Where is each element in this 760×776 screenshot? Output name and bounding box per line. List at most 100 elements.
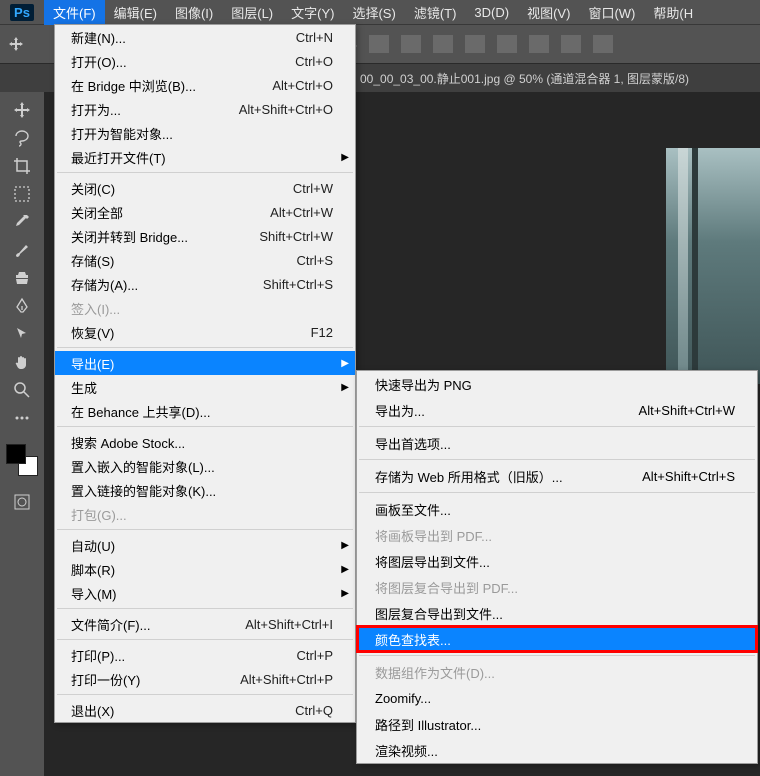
lasso-tool-icon[interactable] bbox=[10, 126, 34, 150]
file-menu-item[interactable]: 打开(O)...Ctrl+O bbox=[55, 49, 355, 73]
menu-file[interactable]: 文件(F) bbox=[44, 0, 105, 25]
hand-tool-icon[interactable] bbox=[10, 350, 34, 374]
menu-item-label: 打包(G)... bbox=[71, 505, 333, 524]
export-menu-item[interactable]: 图层复合导出到文件... bbox=[357, 600, 757, 626]
eyedropper-tool-icon[interactable] bbox=[10, 210, 34, 234]
distribute-h-icon[interactable] bbox=[561, 35, 581, 53]
file-menu-item[interactable]: 打印(P)...Ctrl+P bbox=[55, 643, 355, 667]
file-menu-item[interactable]: 新建(N)...Ctrl+N bbox=[55, 25, 355, 49]
menu-item-label: 关闭(C) bbox=[71, 179, 293, 198]
file-menu-item[interactable]: 恢复(V)F12 bbox=[55, 320, 355, 344]
export-menu-item: 将画板导出到 PDF... bbox=[357, 522, 757, 548]
align-center-icon[interactable] bbox=[401, 35, 421, 53]
file-menu-item[interactable]: 搜索 Adobe Stock... bbox=[55, 430, 355, 454]
export-menu-item[interactable]: 存储为 Web 所用格式（旧版）...Alt+Shift+Ctrl+S bbox=[357, 463, 757, 489]
menu-item-label: 在 Behance 上共享(D)... bbox=[71, 402, 333, 421]
menu-window[interactable]: 窗口(W) bbox=[579, 0, 644, 25]
menu-item-label: 将图层复合导出到 PDF... bbox=[375, 578, 735, 597]
align-middle-icon[interactable] bbox=[497, 35, 517, 53]
zoom-tool-icon[interactable] bbox=[10, 378, 34, 402]
file-menu-item[interactable]: 退出(X)Ctrl+Q bbox=[55, 698, 355, 722]
export-menu-item[interactable]: 画板至文件... bbox=[357, 496, 757, 522]
menu-type[interactable]: 文字(Y) bbox=[282, 0, 343, 25]
menu-select[interactable]: 选择(S) bbox=[343, 0, 404, 25]
menu-item-label: 将图层导出到文件... bbox=[375, 552, 735, 571]
export-menu-item[interactable]: 渲染视频... bbox=[357, 737, 757, 763]
export-menu-item[interactable]: Zoomify... bbox=[357, 685, 757, 711]
menu-item-label: 最近打开文件(T) bbox=[71, 148, 333, 167]
menu-item-label: 文件简介(F)... bbox=[71, 615, 245, 634]
menu-image[interactable]: 图像(I) bbox=[166, 0, 222, 25]
document-tab[interactable]: 00_00_03_00.静止001.jpg @ 50% (通道混合器 1, 图层… bbox=[360, 70, 689, 87]
file-menu-item[interactable]: 导入(M) ▶ bbox=[55, 581, 355, 605]
file-menu-item[interactable]: 导出(E) ▶ bbox=[55, 351, 355, 375]
file-menu-item[interactable]: 置入嵌入的智能对象(L)... bbox=[55, 454, 355, 478]
file-menu-item[interactable]: 在 Bridge 中浏览(B)...Alt+Ctrl+O bbox=[55, 73, 355, 97]
menu-edit[interactable]: 编辑(E) bbox=[105, 0, 166, 25]
distribute-v-icon[interactable] bbox=[593, 35, 613, 53]
align-right-icon[interactable] bbox=[433, 35, 453, 53]
path-select-icon[interactable] bbox=[10, 322, 34, 346]
menu-item-label: 数据组作为文件(D)... bbox=[375, 663, 735, 682]
file-menu-item[interactable]: 置入链接的智能对象(K)... bbox=[55, 478, 355, 502]
menu-item-shortcut: Alt+Shift+Ctrl+I bbox=[245, 617, 333, 632]
file-menu-item[interactable]: 生成▶ bbox=[55, 375, 355, 399]
file-menu-item[interactable]: 关闭全部Alt+Ctrl+W bbox=[55, 200, 355, 224]
file-menu-item[interactable]: 打开为智能对象... bbox=[55, 121, 355, 145]
align-left-icon[interactable] bbox=[369, 35, 389, 53]
export-menu-item[interactable]: 颜色查找表... bbox=[357, 626, 757, 652]
color-swatches[interactable] bbox=[6, 444, 38, 476]
marquee-tool-icon[interactable] bbox=[10, 182, 34, 206]
file-menu-item[interactable]: 关闭(C)Ctrl+W bbox=[55, 176, 355, 200]
file-menu-item[interactable]: 存储(S)Ctrl+S bbox=[55, 248, 355, 272]
menu-item-label: 新建(N)... bbox=[71, 28, 296, 47]
menu-item-label: 打印(P)... bbox=[71, 646, 297, 665]
file-menu-item[interactable]: 在 Behance 上共享(D)... bbox=[55, 399, 355, 423]
file-menu-item[interactable]: 文件简介(F)...Alt+Shift+Ctrl+I bbox=[55, 612, 355, 636]
quickmask-icon[interactable] bbox=[10, 490, 34, 514]
crop-tool-icon[interactable] bbox=[10, 154, 34, 178]
menu-item-shortcut: Ctrl+Q bbox=[295, 703, 333, 718]
brush-tool-icon[interactable] bbox=[10, 238, 34, 262]
file-menu-item[interactable]: 关闭并转到 Bridge...Shift+Ctrl+W bbox=[55, 224, 355, 248]
clone-tool-icon[interactable] bbox=[10, 266, 34, 290]
menu-view[interactable]: 视图(V) bbox=[518, 0, 579, 25]
menu-help[interactable]: 帮助(H bbox=[644, 0, 702, 25]
foreground-color-swatch[interactable] bbox=[6, 444, 26, 464]
menu-item-label: Zoomify... bbox=[375, 691, 735, 706]
export-submenu: 快速导出为 PNG导出为...Alt+Shift+Ctrl+W 导出首选项... 存… bbox=[356, 370, 758, 764]
menu-item-label: 图层复合导出到文件... bbox=[375, 604, 735, 623]
document-image bbox=[666, 148, 760, 384]
align-top-icon[interactable] bbox=[465, 35, 485, 53]
align-bottom-icon[interactable] bbox=[529, 35, 549, 53]
menu-item-label: 路径到 Illustrator... bbox=[375, 715, 735, 734]
file-menu-item[interactable]: 自动(U)▶ bbox=[55, 533, 355, 557]
menu-filter[interactable]: 滤镜(T) bbox=[405, 0, 466, 25]
menu-item-label: 导出(E) bbox=[71, 354, 333, 373]
move-tool-icon[interactable] bbox=[10, 98, 34, 122]
export-menu-item[interactable]: 导出首选项... bbox=[357, 430, 757, 456]
submenu-arrow-icon: ▶ bbox=[341, 382, 349, 393]
pen-tool-icon[interactable] bbox=[10, 294, 34, 318]
file-menu-item[interactable]: 存储为(A)...Shift+Ctrl+S bbox=[55, 272, 355, 296]
menu-item-label: 恢复(V) bbox=[71, 323, 311, 342]
submenu-arrow-icon: ▶ bbox=[341, 564, 349, 575]
submenu-arrow-icon: ▶ bbox=[341, 358, 349, 369]
menu-3d[interactable]: 3D(D) bbox=[465, 2, 518, 23]
export-menu-item[interactable]: 将图层导出到文件... bbox=[357, 548, 757, 574]
menu-item-label: 导入(M) bbox=[71, 584, 333, 603]
submenu-arrow-icon: ▶ bbox=[341, 588, 349, 599]
export-menu-item[interactable]: 路径到 Illustrator... bbox=[357, 711, 757, 737]
menu-item-label: 搜索 Adobe Stock... bbox=[71, 433, 333, 452]
export-menu-item[interactable]: 快速导出为 PNG bbox=[357, 371, 757, 397]
file-menu-item[interactable]: 打印一份(Y)Alt+Shift+Ctrl+P bbox=[55, 667, 355, 691]
menu-item-shortcut: Alt+Shift+Ctrl+S bbox=[642, 469, 735, 484]
file-menu-item[interactable]: 脚本(R)▶ bbox=[55, 557, 355, 581]
export-menu-item[interactable]: 导出为...Alt+Shift+Ctrl+W bbox=[357, 397, 757, 423]
menu-item-label: 在 Bridge 中浏览(B)... bbox=[71, 76, 272, 95]
menu-layer[interactable]: 图层(L) bbox=[222, 0, 282, 25]
file-menu-item[interactable]: 打开为...Alt+Shift+Ctrl+O bbox=[55, 97, 355, 121]
edit-toolbar-icon[interactable] bbox=[10, 406, 34, 430]
file-menu-item[interactable]: 最近打开文件(T)▶ bbox=[55, 145, 355, 169]
toolbox bbox=[0, 92, 44, 776]
